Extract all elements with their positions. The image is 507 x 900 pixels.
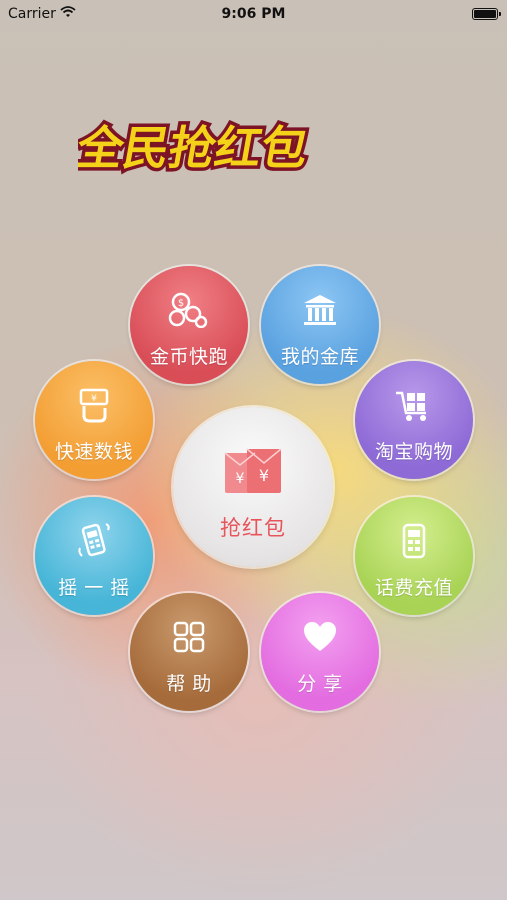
shake-button[interactable]: 摇 一 摇: [35, 497, 153, 615]
coins-icon: $: [130, 290, 248, 330]
bank-icon: [261, 290, 379, 330]
shake-phone-icon: [35, 521, 153, 561]
my-vault-button[interactable]: 我的金库: [261, 266, 379, 384]
phone-recharge-button[interactable]: 话费充值: [355, 497, 473, 615]
money-count-icon: ¥: [35, 385, 153, 425]
help-button[interactable]: 帮 助: [130, 593, 248, 711]
phone-recharge-icon: [355, 521, 473, 561]
svg-text:全民抢红包: 全民抢红包: [78, 121, 312, 175]
cart-icon: [355, 385, 473, 425]
status-time: 9:06 PM: [221, 6, 286, 22]
shake-label: 摇 一 摇: [58, 577, 130, 599]
svg-text:¥: ¥: [236, 471, 245, 487]
quick-count-label: 快速数钱: [54, 441, 133, 463]
grab-red-envelope-button[interactable]: ¥ ¥ 抢红包: [173, 407, 333, 567]
logo-text: 全民抢红包: [78, 121, 312, 175]
svg-text:¥: ¥: [259, 466, 269, 485]
grid-icon: [130, 617, 248, 657]
heart-icon: [261, 617, 379, 657]
taobao-shopping-button[interactable]: 淘宝购物: [355, 361, 473, 479]
status-bar: Carrier 9:06 PM: [0, 0, 507, 30]
help-label: 帮 助: [166, 673, 212, 695]
share-label: 分 享: [297, 673, 343, 695]
phone-recharge-label: 话费充值: [374, 577, 453, 599]
share-button[interactable]: 分 享: [261, 593, 379, 711]
svg-text:$: $: [178, 298, 184, 309]
svg-text:¥: ¥: [91, 394, 97, 404]
grab-red-envelope-label: 抢红包: [220, 516, 286, 540]
quick-count-button[interactable]: ¥ 快速数钱: [35, 361, 153, 479]
my-vault-label: 我的金库: [280, 346, 359, 368]
gold-run-button[interactable]: $ 金币快跑: [130, 266, 248, 384]
red-envelope-icon: ¥ ¥: [173, 447, 333, 497]
taobao-shopping-label: 淘宝购物: [374, 441, 453, 463]
battery-icon: [472, 8, 501, 20]
app-logo: 全民抢红包: [68, 100, 428, 180]
gold-run-label: 金币快跑: [149, 346, 228, 368]
